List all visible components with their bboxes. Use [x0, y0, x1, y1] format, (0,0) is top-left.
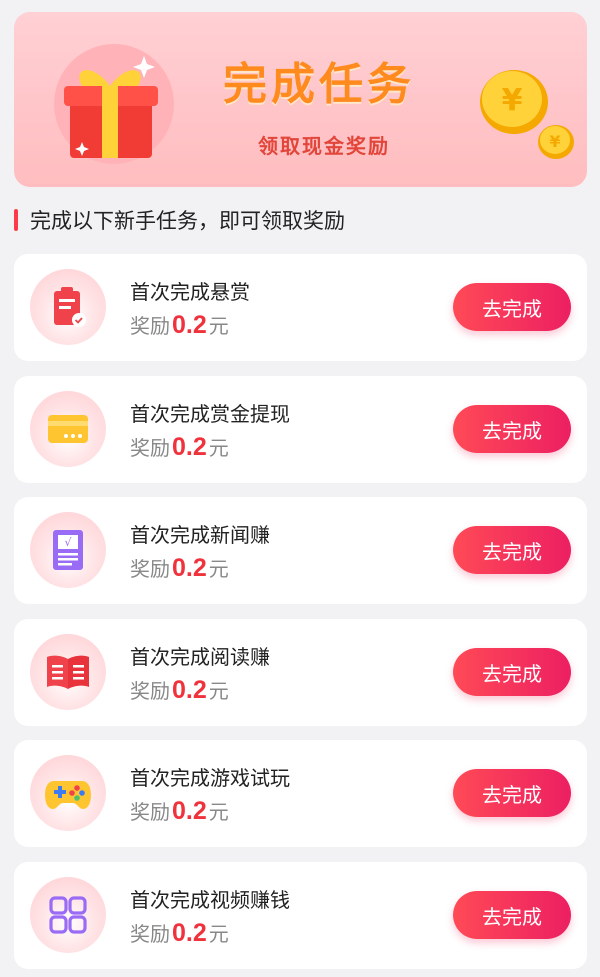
task-title: 首次完成视频赚钱 — [130, 888, 290, 912]
task-icon-circle — [30, 391, 106, 467]
reward-amount: 0.2 — [172, 433, 207, 461]
news-document-icon: √ — [53, 530, 83, 570]
reward-unit: 元 — [208, 800, 229, 824]
book-icon — [47, 655, 89, 689]
task-card-reading: 首次完成阅读赚 奖励 0.2 元 去完成 — [14, 619, 587, 726]
task-icon-circle — [30, 877, 106, 953]
task-icon-circle — [30, 755, 106, 831]
reward-prefix: 奖励 — [130, 436, 170, 460]
task-icon-circle: √ — [30, 512, 106, 588]
task-card-bounty: 首次完成悬赏 奖励 0.2 元 去完成 — [14, 254, 587, 361]
task-reward: 奖励 0.2 元 — [130, 675, 229, 705]
banner-title: 完成任务 — [223, 59, 415, 110]
reward-amount: 0.2 — [172, 554, 207, 582]
go-complete-button[interactable]: 去完成 — [453, 283, 571, 331]
reward-amount: 0.2 — [172, 919, 207, 947]
reward-amount: 0.2 — [172, 797, 207, 825]
gamepad-icon — [45, 781, 91, 809]
svg-text:¥: ¥ — [549, 132, 560, 151]
task-card-withdraw: 首次完成赏金提现 奖励 0.2 元 去完成 — [14, 376, 587, 483]
go-complete-button[interactable]: 去完成 — [453, 526, 571, 574]
task-reward: 奖励 0.2 元 — [130, 796, 229, 826]
task-title: 首次完成游戏试玩 — [130, 766, 290, 790]
task-reward: 奖励 0.2 元 — [130, 553, 229, 583]
reward-amount: 0.2 — [172, 676, 207, 704]
task-reward: 奖励 0.2 元 — [130, 310, 229, 340]
reward-prefix: 奖励 — [130, 557, 170, 581]
task-title: 首次完成阅读赚 — [130, 645, 270, 669]
card-icon — [48, 415, 88, 443]
reward-prefix: 奖励 — [130, 922, 170, 946]
reward-unit: 元 — [208, 679, 229, 703]
svg-text:¥: ¥ — [502, 83, 523, 118]
clipboard-icon — [54, 287, 86, 327]
task-title: 首次完成新闻赚 — [130, 523, 270, 547]
task-title: 首次完成赏金提现 — [130, 402, 290, 426]
task-reward: 奖励 0.2 元 — [130, 918, 229, 948]
task-card-video: 首次完成视频赚钱 奖励 0.2 元 去完成 — [14, 862, 587, 969]
task-title: 首次完成悬赏 — [130, 280, 250, 304]
yuan-coins-icon: ¥ ¥ — [480, 70, 574, 159]
svg-text:√: √ — [64, 536, 72, 549]
task-icon-circle — [30, 269, 106, 345]
section-accent-bar — [14, 209, 18, 231]
banner-subtitle: 领取现金奖励 — [258, 134, 390, 158]
reward-unit: 元 — [208, 314, 229, 338]
task-icon-circle — [30, 634, 106, 710]
go-complete-button[interactable]: 去完成 — [453, 405, 571, 453]
reward-unit: 元 — [208, 922, 229, 946]
go-complete-button[interactable]: 去完成 — [453, 769, 571, 817]
go-complete-button[interactable]: 去完成 — [453, 648, 571, 696]
reward-unit: 元 — [208, 557, 229, 581]
reward-unit: 元 — [208, 436, 229, 460]
apps-grid-icon — [49, 896, 87, 934]
task-reward: 奖励 0.2 元 — [130, 432, 229, 462]
reward-amount: 0.2 — [172, 311, 207, 339]
task-card-game: 首次完成游戏试玩 奖励 0.2 元 去完成 — [14, 740, 587, 847]
task-card-news: √ 首次完成新闻赚 奖励 0.2 元 去完成 — [14, 497, 587, 604]
section-title-text: 完成以下新手任务，即可领取奖励 — [30, 209, 345, 233]
go-complete-button[interactable]: 去完成 — [453, 891, 571, 939]
reward-prefix: 奖励 — [130, 800, 170, 824]
reward-prefix: 奖励 — [130, 314, 170, 338]
reward-prefix: 奖励 — [130, 679, 170, 703]
gift-box-icon — [54, 44, 174, 164]
promo-banner: 完成任务 领取现金奖励 ¥ ¥ — [14, 12, 587, 187]
section-title: 完成以下新手任务，即可领取奖励 — [14, 203, 345, 237]
